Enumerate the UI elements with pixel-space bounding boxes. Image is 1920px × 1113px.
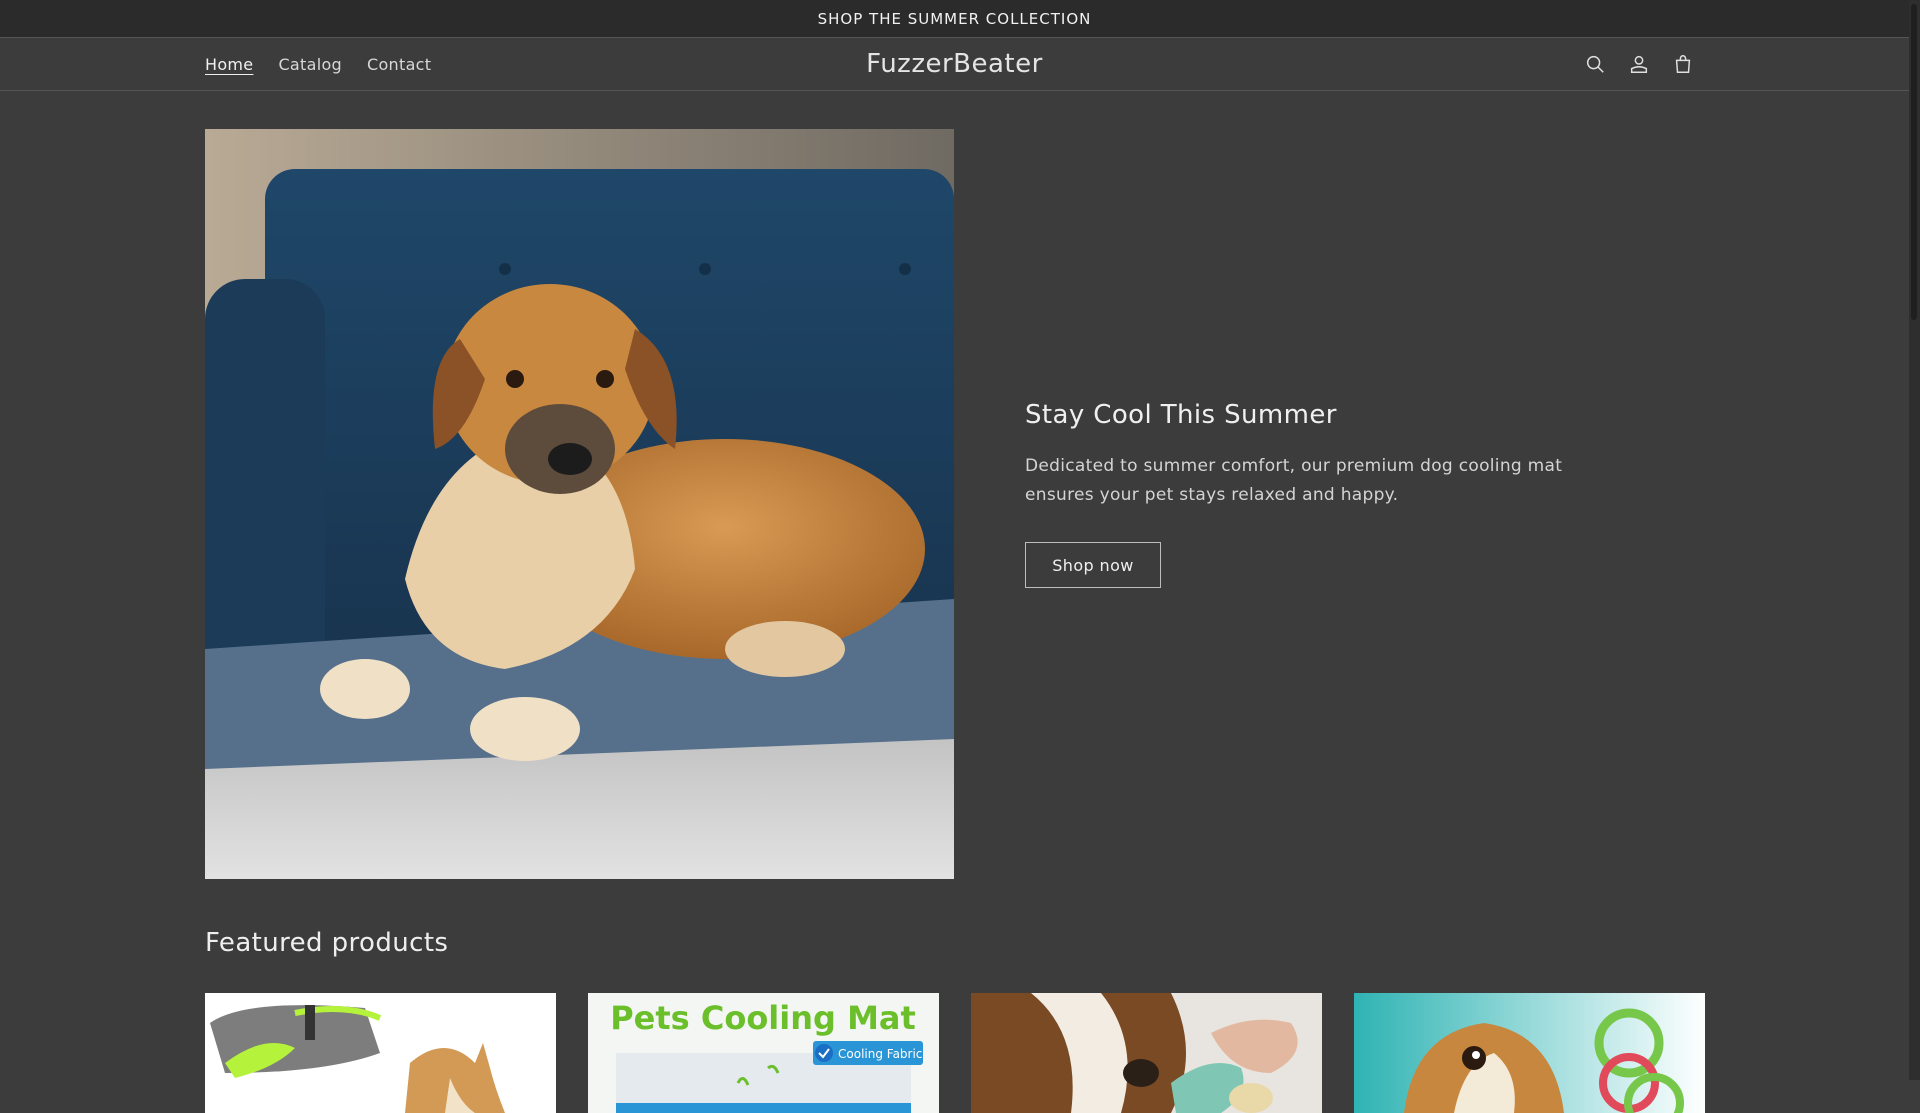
- product-card-cooling-vest[interactable]: [205, 993, 556, 1113]
- nav-contact[interactable]: Contact: [367, 55, 431, 74]
- cooling-mat-image-text: Pets Cooling Mat: [610, 999, 916, 1037]
- product-card-ring-toys[interactable]: [1354, 993, 1705, 1113]
- cart-icon[interactable]: [1667, 48, 1699, 80]
- nav-catalog[interactable]: Catalog: [278, 55, 342, 74]
- dog-ring-toys-image: [1354, 993, 1705, 1113]
- hero-title: Stay Cool This Summer: [1025, 400, 1337, 430]
- cooling-vest-image: [205, 993, 556, 1113]
- hero-description: Dedicated to summer comfort, our premium…: [1025, 456, 1563, 505]
- hero-image: [205, 129, 954, 879]
- shop-now-button[interactable]: Shop now: [1025, 542, 1161, 588]
- account-icon[interactable]: [1623, 48, 1655, 80]
- header-icons: [1579, 48, 1699, 80]
- main-nav: Home Catalog Contact: [205, 38, 456, 90]
- pets-cooling-mat-image: Pets Cooling Mat Cooling Fabric: [588, 993, 939, 1113]
- scrollbar[interactable]: [1909, 0, 1920, 1080]
- site-header: Home Catalog Contact FuzzerBeater: [0, 38, 1909, 91]
- scrollbar-thumb[interactable]: [1911, 4, 1917, 320]
- cooling-fabric-badge: Cooling Fabric: [838, 1047, 922, 1061]
- dog-on-cooling-mat-image: [205, 129, 954, 879]
- search-icon[interactable]: [1579, 48, 1611, 80]
- product-card-cooling-mat[interactable]: Pets Cooling Mat Cooling Fabric: [588, 993, 939, 1113]
- announcement-text: SHOP THE SUMMER COLLECTION: [817, 9, 1092, 28]
- product-grid: Pets Cooling Mat Cooling Fabric: [205, 993, 1705, 1113]
- announcement-bar: SHOP THE SUMMER COLLECTION: [0, 0, 1909, 38]
- nav-home[interactable]: Home: [205, 55, 253, 74]
- store-logo[interactable]: FuzzerBeater: [866, 49, 1043, 79]
- hero-content: Stay Cool This Summer Dedicated to summe…: [1025, 400, 1625, 588]
- beagle-with-toy-image: [971, 993, 1322, 1113]
- featured-products-title: Featured products: [205, 928, 449, 958]
- product-card-beagle-toy[interactable]: [971, 993, 1322, 1113]
